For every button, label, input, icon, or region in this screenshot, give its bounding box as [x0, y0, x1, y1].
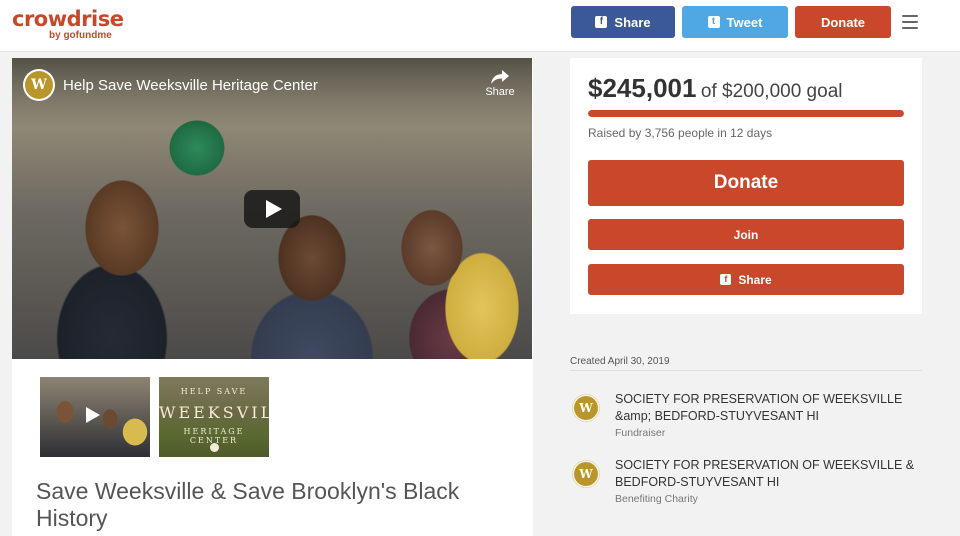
play-button[interactable]: [244, 190, 300, 228]
thumbnail-play-icon: [86, 407, 100, 423]
video-share-button[interactable]: Share: [485, 70, 515, 98]
join-button[interactable]: Join: [588, 219, 904, 250]
raised-by-text: Raised by 3,756 people in 12 days: [588, 126, 773, 140]
amount-summary: $245,001 of $200,000 goal: [588, 73, 842, 104]
tweet-button[interactable]: t Tweet: [682, 6, 788, 38]
tweet-label: Tweet: [726, 14, 763, 30]
share-arrow-icon: [491, 70, 509, 84]
org-logo-icon: W: [572, 460, 600, 488]
created-date: Created April 30, 2019: [570, 356, 670, 367]
hamburger-menu-icon[interactable]: [902, 15, 918, 29]
org-role: Fundraiser: [615, 427, 666, 439]
video-title[interactable]: Help Save Weeksville Heritage Center: [63, 77, 318, 94]
org-logo-icon: W: [572, 394, 600, 422]
org-role: Benefiting Charity: [615, 493, 698, 505]
weeksville-logo-icon: W: [25, 71, 53, 99]
header-donate-button[interactable]: Donate: [795, 6, 891, 38]
media-thumbnail-video[interactable]: [40, 377, 150, 457]
facebook-icon: f: [595, 16, 608, 28]
org-name[interactable]: SOCIETY FOR PRESERVATION OF WEEKSVILLE &…: [615, 391, 915, 425]
share-label: Share: [738, 272, 772, 287]
org-name[interactable]: SOCIETY FOR PRESERVATION OF WEEKSVILLE &…: [615, 457, 915, 491]
join-label: Join: [733, 227, 759, 242]
play-icon: [266, 200, 282, 218]
facebook-share-button[interactable]: f Share: [571, 6, 675, 38]
progress-bar: [588, 110, 904, 117]
campaign-media-panel: W Help Save Weeksville Heritage Center S…: [12, 58, 533, 536]
progress-fill: [588, 110, 904, 117]
amount-raised: $245,001: [588, 73, 697, 103]
twitter-icon: t: [707, 16, 720, 28]
logo-wordmark: crowdrise: [12, 7, 124, 31]
weeksville-logo-icon: W: [574, 462, 598, 486]
top-header: crowdrise by gofundme f Share t Tweet Do…: [0, 0, 960, 52]
thumbnail-text-line: HELP SAVE: [180, 387, 248, 396]
divider: [570, 370, 922, 371]
weeksville-logo-icon: W: [574, 396, 598, 420]
header-donate-label: Donate: [820, 14, 866, 30]
campaign-title: Save Weeksville & Save Brooklyn's Black …: [36, 478, 460, 531]
goal-text: of $200,000 goal: [700, 81, 843, 102]
video-share-label: Share: [485, 86, 515, 98]
donation-card: $245,001 of $200,000 goal Raised by 3,75…: [570, 58, 922, 314]
facebook-icon: f: [720, 274, 732, 285]
thumbnail-logo-icon: [210, 443, 219, 452]
thumbnail-text-line: WEEKSVILLE: [159, 403, 269, 422]
donate-button[interactable]: Donate: [588, 160, 904, 206]
channel-avatar[interactable]: W: [23, 69, 55, 101]
logo-tagline: by gofundme: [49, 30, 112, 41]
video-player[interactable]: W Help Save Weeksville Heritage Center S…: [12, 58, 532, 359]
media-thumbnail-image[interactable]: HELP SAVE WEEKSVILLE HERITAGE CENTER: [159, 377, 269, 457]
facebook-share-card-button[interactable]: f Share: [588, 264, 904, 295]
crowdrise-logo[interactable]: crowdrise by gofundme: [12, 7, 124, 42]
facebook-share-label: Share: [614, 14, 651, 30]
donate-label: Donate: [713, 172, 779, 193]
